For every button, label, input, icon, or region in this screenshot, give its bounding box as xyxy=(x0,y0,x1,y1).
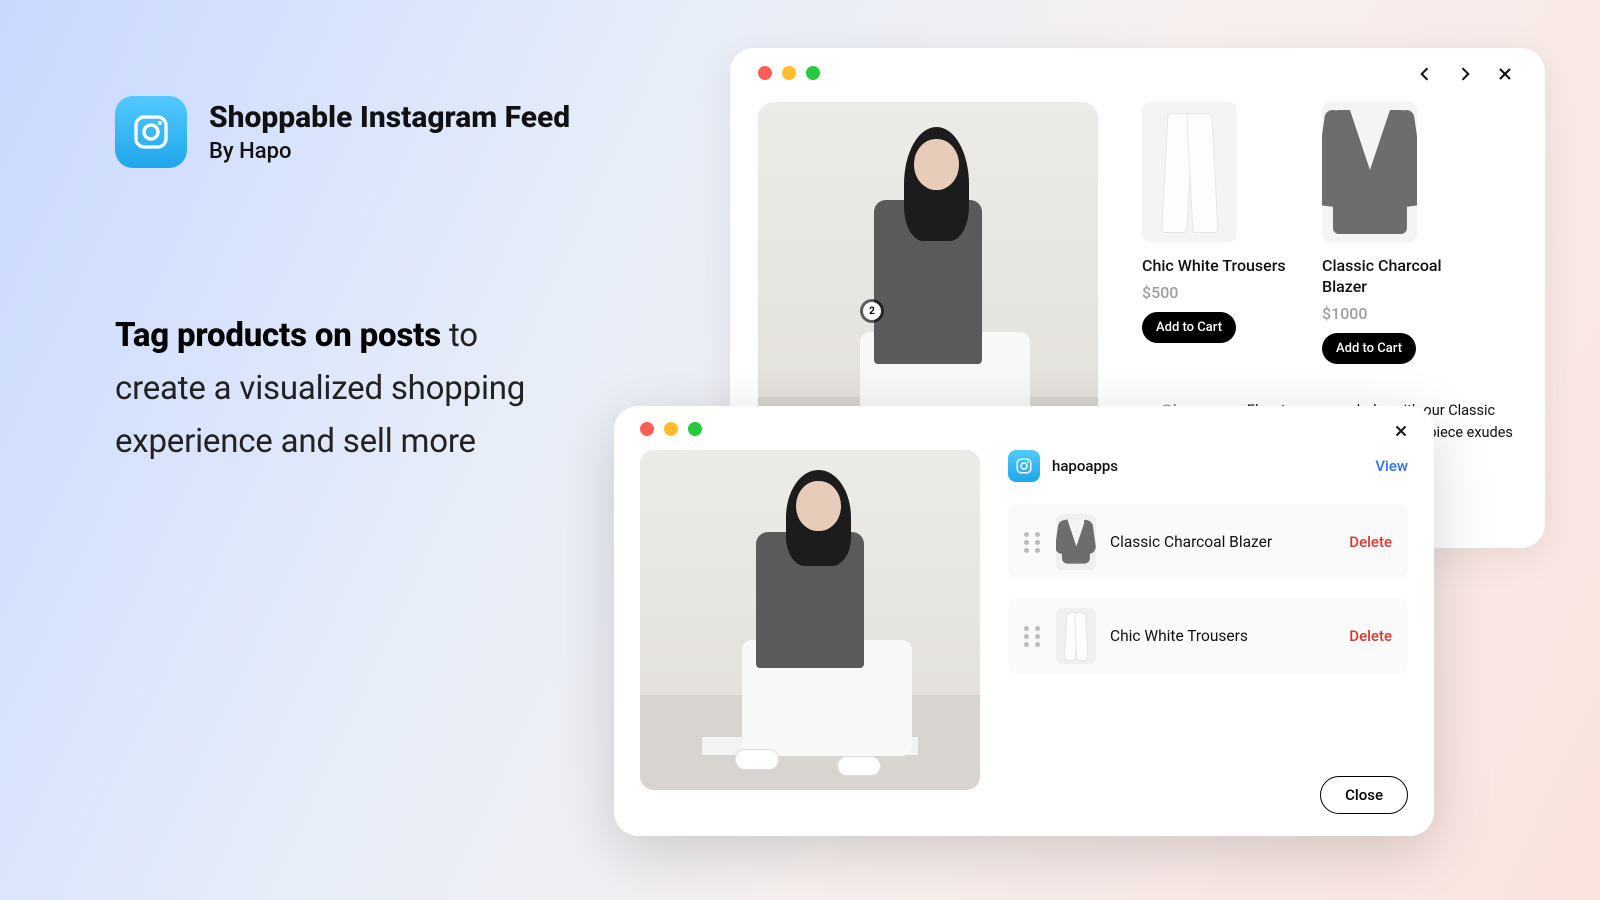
post-photo[interactable] xyxy=(640,450,980,790)
app-title: Shoppable Instagram Feed xyxy=(209,100,570,135)
view-link[interactable]: View xyxy=(1375,457,1408,475)
tagged-product-name: Chic White Trousers xyxy=(1110,627,1335,645)
product-name: Classic Charcoal Blazer xyxy=(1322,256,1472,298)
product-thumb-blazer xyxy=(1056,514,1096,570)
tagged-product-name: Classic Charcoal Blazer xyxy=(1110,533,1335,551)
traffic-close-icon[interactable] xyxy=(758,66,772,80)
next-button[interactable] xyxy=(1453,62,1477,86)
add-to-cart-button[interactable]: Add to Cart xyxy=(1142,312,1236,343)
product-thumb-trousers xyxy=(1056,608,1096,664)
tagged-product-row[interactable]: Chic White Trousers Delete xyxy=(1008,598,1408,674)
tag-editor-window: hapoapps View Classic Charcoal Blazer De… xyxy=(614,406,1434,836)
traffic-zoom-icon[interactable] xyxy=(806,66,820,80)
product-name: Chic White Trousers xyxy=(1142,256,1292,277)
product-price: $1000 xyxy=(1322,304,1472,323)
tagged-product-row[interactable]: Classic Charcoal Blazer Delete xyxy=(1008,504,1408,580)
headline: Tag products on posts to create a visual… xyxy=(115,310,555,468)
product-thumb-trousers xyxy=(1142,102,1237,242)
close-button[interactable] xyxy=(1493,62,1517,86)
add-to-cart-button[interactable]: Add to Cart xyxy=(1322,333,1416,364)
product-tag-badge[interactable]: 2 xyxy=(863,302,881,320)
traffic-minimize-icon[interactable] xyxy=(782,66,796,80)
traffic-minimize-icon[interactable] xyxy=(664,422,678,436)
drag-handle-icon[interactable] xyxy=(1024,532,1042,553)
app-byline: By Hapo xyxy=(209,139,570,164)
account-username: hapoapps xyxy=(1052,457,1363,475)
drag-handle-icon[interactable] xyxy=(1024,626,1042,647)
delete-button[interactable]: Delete xyxy=(1349,627,1392,645)
modal-close-button[interactable] xyxy=(1392,422,1410,444)
close-button[interactable]: Close xyxy=(1320,776,1408,814)
instagram-icon xyxy=(1008,450,1040,482)
window-traffic-lights xyxy=(758,66,1517,80)
window-traffic-lights xyxy=(640,422,1408,436)
headline-bold: Tag products on posts xyxy=(115,316,441,355)
product-thumb-blazer xyxy=(1322,102,1417,242)
delete-button[interactable]: Delete xyxy=(1349,533,1392,551)
app-logo-icon xyxy=(115,96,187,168)
traffic-close-icon[interactable] xyxy=(640,422,654,436)
traffic-zoom-icon[interactable] xyxy=(688,422,702,436)
product-price: $500 xyxy=(1142,283,1292,302)
prev-button[interactable] xyxy=(1413,62,1437,86)
